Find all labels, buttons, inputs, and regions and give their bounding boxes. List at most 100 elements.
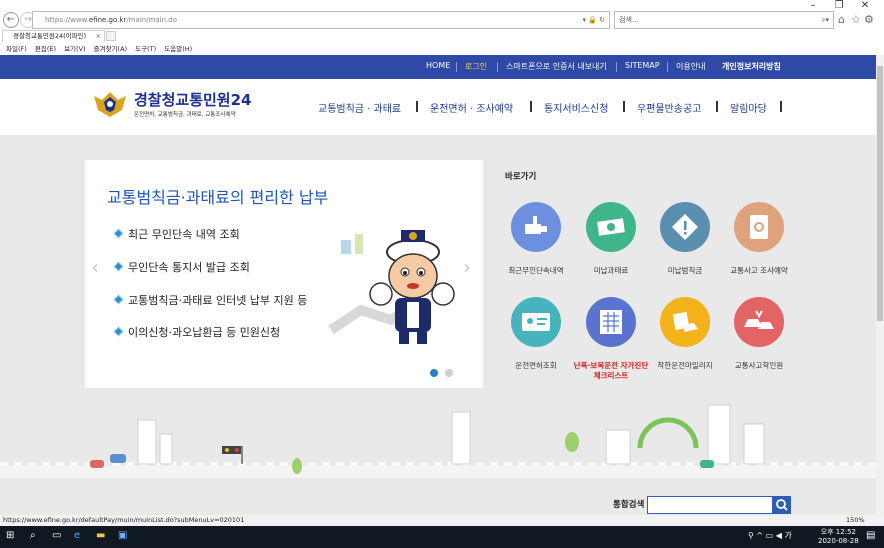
quick-unpaid-penalty[interactable] xyxy=(660,202,710,252)
quick-label[interactable]: 최근무인단속내역 xyxy=(496,266,576,276)
address-row: ← → https://www.efine.go.kr/main/main.do… xyxy=(0,10,884,32)
home-link[interactable]: HOME xyxy=(426,61,450,70)
browser-search-input[interactable]: 검색... ⌕▾ xyxy=(614,11,834,29)
quick-label[interactable]: 미납범칙금 xyxy=(645,266,725,276)
home-icon[interactable]: ⌂ xyxy=(838,13,845,26)
search-icon[interactable]: ⌕▾ xyxy=(822,12,829,28)
privacy-link[interactable]: 개인정보처리방침 xyxy=(722,61,781,72)
banner-dot-active[interactable] xyxy=(430,369,438,377)
divider xyxy=(716,101,718,112)
id-card-icon xyxy=(511,297,561,347)
back-icon[interactable]: ← xyxy=(3,12,19,28)
quick-accident-confirm[interactable] xyxy=(734,297,784,347)
diamond-bullet-icon xyxy=(113,228,124,239)
divider xyxy=(416,101,418,112)
login-link[interactable]: 로그인 xyxy=(465,61,487,72)
sitemap-link[interactable]: SITEMAP xyxy=(625,61,660,70)
logo-subtitle: 운전면허, 교통범칙금, 과태료, 교통조사예약 xyxy=(134,112,236,118)
menu-edit[interactable]: 편집(E) xyxy=(35,45,56,53)
settings-icon[interactable]: ⚙ xyxy=(864,13,874,26)
maximize-icon[interactable]: ❐ xyxy=(826,0,852,11)
notifications-icon[interactable]: ▤ xyxy=(866,530,875,541)
tab-row: 경찰청교통민원24(이파인) × xyxy=(0,30,884,42)
quick-label[interactable]: 난폭·보복운전 자가진단 체크리스트 xyxy=(571,361,651,381)
tab-title: 경찰청교통민원24(이파인) xyxy=(13,32,87,40)
tab-close-icon[interactable]: × xyxy=(96,31,101,42)
quick-accident-reservation[interactable] xyxy=(734,202,784,252)
quick-camera[interactable] xyxy=(511,202,561,252)
banner-prev-arrow-icon[interactable]: ‹ xyxy=(91,255,99,279)
system-tray-icons[interactable]: ⚲ ^ ▭ ◀ 가 xyxy=(748,530,792,541)
gnb-returned-mail[interactable]: 우편물반송공고 xyxy=(637,100,701,115)
zoom-level[interactable]: 150% xyxy=(846,515,865,526)
tablet-icon xyxy=(734,202,784,252)
browser-status-bar: https://www.efine.go.kr/defaultPay/muin/… xyxy=(0,515,884,526)
gnb-license[interactable]: 운전면허 · 조사예약 xyxy=(430,100,513,115)
divider xyxy=(530,101,532,112)
smartphone-cert-link[interactable]: 스마트폰으로 인증서 내보내기 xyxy=(506,61,607,72)
menu-bar: 파일(F) 편집(E) 보기(V) 즐겨찾기(A) 도구(T) 도움말(H) xyxy=(0,43,884,55)
new-tab-button[interactable] xyxy=(106,31,116,41)
banner-item-text: 이의신청·과오납환급 등 민원신청 xyxy=(128,326,281,339)
banner-item: 최근 무인단속 내역 조회 xyxy=(113,226,240,242)
browser-chrome: ← → https://www.efine.go.kr/main/main.do… xyxy=(0,0,884,55)
gnb-notification[interactable]: 통지서비스신청 xyxy=(544,100,608,115)
close-icon[interactable]: ✕ xyxy=(852,0,878,11)
menu-help[interactable]: 도움말(H) xyxy=(164,45,192,53)
diamond-bullet-icon xyxy=(113,326,124,337)
search-icon[interactable]: ⌕ xyxy=(30,530,36,541)
gnb-notice[interactable]: 알림마당 xyxy=(730,100,767,115)
quick-label[interactable]: 착한운전마일리지 xyxy=(645,361,725,371)
search-button[interactable] xyxy=(773,496,791,514)
divider xyxy=(616,62,617,72)
divider xyxy=(623,101,625,112)
site-header: 경찰청교통민원24 운전면허, 교통범칙금, 과태료, 교통조사예약 교통범칙금… xyxy=(0,79,880,135)
quick-unpaid-fines[interactable] xyxy=(586,202,636,252)
logo-title-a: 경찰청 xyxy=(134,91,176,109)
app-icon[interactable]: ▣ xyxy=(118,530,127,541)
status-url: https://www.efine.go.kr/defaultPay/muin/… xyxy=(3,516,245,524)
diamond-bullet-icon xyxy=(113,294,124,305)
internet-explorer-icon[interactable]: e xyxy=(74,530,80,541)
banner-item-text: 무인단속 통지서 발급 조회 xyxy=(128,261,250,274)
browser-tab[interactable]: 경찰청교통민원24(이파인) × xyxy=(2,30,105,42)
integrated-search-input[interactable] xyxy=(647,496,773,514)
menu-view[interactable]: 보기(V) xyxy=(64,45,85,53)
menu-tools[interactable]: 도구(T) xyxy=(135,45,156,53)
police-emblem-icon[interactable] xyxy=(92,90,128,118)
address-bar[interactable]: https://www.efine.go.kr/main/main.do ▾ 🔒… xyxy=(32,11,610,29)
quick-mileage[interactable] xyxy=(660,297,710,347)
menu-file[interactable]: 파일(F) xyxy=(6,45,27,53)
site-logo[interactable]: 경찰청교통민원24 xyxy=(134,89,251,110)
quick-label[interactable]: 교통사고 조사예약 xyxy=(719,266,799,276)
url-prefix: https://www. xyxy=(45,16,89,24)
gnb-fines[interactable]: 교통범칙금 · 과태료 xyxy=(318,100,401,115)
menu-favorites[interactable]: 즐겨찾기(A) xyxy=(94,45,127,53)
task-view-icon[interactable]: ▭ xyxy=(52,530,61,541)
banner-dot[interactable] xyxy=(445,369,453,377)
quick-label[interactable]: 미납과태료 xyxy=(571,266,651,276)
windows-start-icon[interactable]: ⊞ xyxy=(6,530,14,541)
checklist-icon xyxy=(586,297,636,347)
window-controls: – ❐ ✕ xyxy=(800,0,878,11)
main-banner[interactable]: 교통범칙금·과태료의 편리한 납부 최근 무인단속 내역 조회 무인단속 통지서… xyxy=(85,160,483,388)
divider xyxy=(667,62,668,72)
refresh-icon[interactable]: ▾ 🔒 ↻ xyxy=(582,12,605,28)
file-explorer-icon[interactable]: ▬ xyxy=(96,530,105,541)
quick-label[interactable]: 교통사고학인원 xyxy=(719,361,799,371)
scrollbar-thumb[interactable] xyxy=(877,66,883,321)
quick-label[interactable]: 운전면허조회 xyxy=(496,361,576,371)
guide-link[interactable]: 이용안내 xyxy=(676,61,705,72)
taskbar-clock[interactable]: 오후 12:52 2020-08-28 xyxy=(818,528,859,546)
url-host: efine.go.kr xyxy=(88,16,127,24)
integrated-search-label: 통합검색 xyxy=(613,500,645,510)
banner-next-arrow-icon[interactable]: › xyxy=(463,255,471,279)
divider xyxy=(780,101,782,112)
logo-title-b: 교통민원24 xyxy=(175,91,252,109)
banner-item-text: 교통범칙금·과태료 인터넷 납부 지원 등 xyxy=(128,294,308,307)
search-placeholder: 검색... xyxy=(619,16,639,24)
quick-checklist[interactable] xyxy=(586,297,636,347)
quick-license[interactable] xyxy=(511,297,561,347)
minimize-icon[interactable]: – xyxy=(800,0,826,11)
favorites-icon[interactable]: ☆ xyxy=(851,13,861,26)
